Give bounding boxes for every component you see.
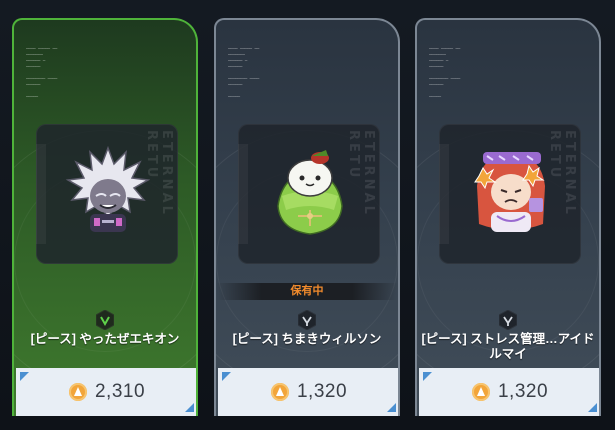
corner-triangle — [185, 403, 194, 412]
card-fine-print: ━━━━ ━━━━━ ━━ ━━━━━━━ ━━━━━━ ━ ━━━━━━ ━━━━━… — [26, 46, 58, 99]
card-fine-print: ━━━━ ━━━━━ ━━ ━━━━━━━ ━━━━━━ ━ ━━━━━━ ━━━━━… — [429, 46, 461, 99]
corner-triangle — [588, 403, 597, 412]
rarity-icon — [499, 310, 517, 330]
card-title: [ピース] ちまきウィルソン — [232, 332, 382, 346]
corner-triangle — [20, 372, 29, 381]
mai-sticker-image — [474, 152, 545, 232]
shop-card-mai[interactable]: ━━━━ ━━━━━ ━━ ━━━━━━━ ━━━━━━ ━ ━━━━━━ ━━━━━… — [415, 18, 601, 416]
item-frame: ETERNAL RETU — [36, 124, 178, 264]
corner-triangle — [222, 372, 231, 381]
price-button[interactable]: 1,320 — [419, 368, 599, 416]
v-rarity-icon — [96, 310, 114, 330]
rarity-icon — [298, 310, 316, 330]
corner-triangle — [387, 403, 396, 412]
card-fine-print: ━━━━ ━━━━━ ━━ ━━━━━━━ ━━━━━━ ━ ━━━━━━ ━━━━━… — [228, 46, 260, 99]
price-button[interactable]: 1,320 — [218, 368, 398, 416]
coin-icon — [471, 383, 490, 401]
coin-icon — [270, 383, 289, 401]
price-button[interactable]: 2,310 — [16, 368, 196, 416]
owned-badge: 保有中 — [216, 283, 398, 300]
card-title: [ピース] やったぜエキオン — [30, 332, 180, 346]
price-value: 1,320 — [497, 381, 549, 402]
price-value: 2,310 — [94, 381, 146, 402]
wilson-sticker-image — [277, 150, 343, 235]
card-title: [ピース] ストレス管理…アイドルマイ — [421, 332, 595, 361]
coin-icon — [68, 383, 87, 401]
price-value: 1,320 — [296, 381, 348, 402]
shop-grid: ━━━━ ━━━━━ ━━ ━━━━━━━ ━━━━━━ ━ ━━━━━━ ━━━━━… — [0, 0, 615, 430]
item-frame: ETERNAL RETU — [238, 124, 380, 264]
ekion-sticker-image — [66, 146, 150, 232]
item-frame: ETERNAL RETU — [439, 124, 581, 264]
shop-card-ekion[interactable]: ━━━━ ━━━━━ ━━ ━━━━━━━ ━━━━━━ ━ ━━━━━━ ━━━━━… — [12, 18, 198, 416]
corner-triangle — [423, 372, 432, 381]
shop-card-wilson[interactable]: ━━━━ ━━━━━ ━━ ━━━━━━━ ━━━━━━ ━ ━━━━━━ ━━━━━… — [214, 18, 400, 416]
